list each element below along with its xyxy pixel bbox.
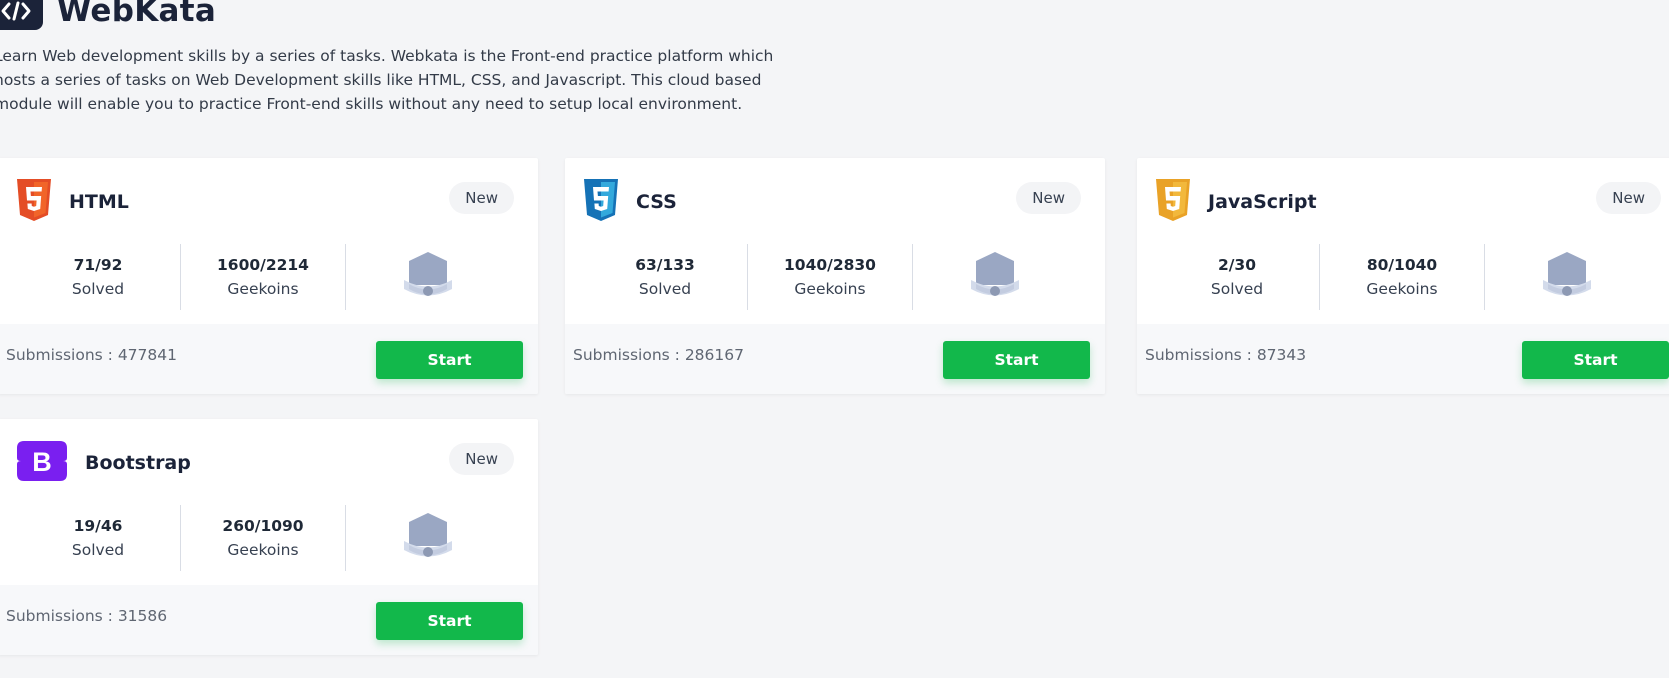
geekoins-label: Geekoins: [794, 280, 866, 298]
solved-stat: 71/92 Solved: [16, 244, 181, 310]
start-button[interactable]: Start: [1522, 341, 1669, 379]
card-html: HTML New 71/92 Solved 1600/2214 Geekoins…: [0, 158, 538, 394]
card-javascript: JavaScript New 2/30 Solved 80/1040 Geeko…: [1137, 158, 1669, 394]
card-footer: Submissions : 31586 Start: [0, 585, 538, 655]
new-badge: New: [1596, 182, 1661, 214]
geekoins-value: 1040/2830: [784, 256, 876, 274]
solved-label: Solved: [71, 280, 125, 298]
submissions-count: Submissions : 87343: [1145, 346, 1307, 364]
geekoins-label: Geekoins: [227, 280, 299, 298]
card-stats: 19/46 Solved 260/1090 Geekoins: [16, 505, 510, 571]
page-title: WebKata: [57, 0, 217, 29]
geekoins-stat: 80/1040 Geekoins: [1320, 244, 1485, 310]
card-header: CSS: [582, 178, 677, 226]
solved-value: 19/46: [73, 517, 123, 535]
start-button[interactable]: Start: [943, 341, 1090, 379]
geekoins-label: Geekoins: [1366, 280, 1438, 298]
card-footer: Submissions : 286167 Start: [565, 324, 1105, 394]
html5-icon: [15, 178, 53, 226]
solved-value: 71/92: [73, 256, 123, 274]
card-header: HTML: [15, 178, 129, 226]
solved-label: Solved: [71, 541, 125, 559]
solved-value: 2/30: [1217, 256, 1257, 274]
geekoins-stat: 260/1090 Geekoins: [181, 505, 346, 571]
geekoins-stat: 1600/2214 Geekoins: [181, 244, 346, 310]
card-header: B Bootstrap: [15, 439, 191, 487]
start-button[interactable]: Start: [376, 341, 523, 379]
geekoins-value: 80/1040: [1366, 256, 1438, 274]
svg-text:B: B: [32, 447, 52, 477]
page-header: WebKata: [0, 0, 216, 30]
submissions-count: Submissions : 286167: [573, 346, 744, 364]
bootstrap-icon: B: [15, 439, 69, 487]
rank-badge-icon: [1485, 244, 1649, 310]
solved-label: Solved: [1210, 280, 1264, 298]
card-footer: Submissions : 477841 Start: [0, 324, 538, 394]
card-title: CSS: [636, 191, 677, 213]
card-stats: 63/133 Solved 1040/2830 Geekoins: [583, 244, 1077, 310]
card-footer: Submissions : 87343 Start: [1137, 324, 1669, 394]
geekoins-value: 1600/2214: [217, 256, 309, 274]
card-header: JavaScript: [1154, 178, 1317, 226]
solved-stat: 2/30 Solved: [1155, 244, 1320, 310]
new-badge: New: [449, 443, 514, 475]
geekoins-label: Geekoins: [227, 541, 299, 559]
card-stats: 2/30 Solved 80/1040 Geekoins: [1155, 244, 1649, 310]
card-title: Bootstrap: [85, 452, 191, 474]
submissions-count: Submissions : 31586: [6, 607, 168, 625]
javascript-icon: [1154, 178, 1192, 226]
new-badge: New: [1016, 182, 1081, 214]
solved-label: Solved: [638, 280, 692, 298]
submissions-count: Submissions : 477841: [6, 346, 177, 364]
card-bootstrap: B Bootstrap New 19/46 Solved 260/1090 Ge…: [0, 419, 538, 655]
card-title: HTML: [69, 191, 129, 213]
intro-text: Learn Web development skills by a series…: [0, 47, 774, 113]
start-button[interactable]: Start: [376, 602, 523, 640]
rank-badge-icon: [346, 505, 510, 571]
geekoins-value: 260/1090: [222, 517, 304, 535]
card-title: JavaScript: [1208, 191, 1317, 213]
rank-badge-icon: [346, 244, 510, 310]
solved-stat: 63/133 Solved: [583, 244, 748, 310]
geekoins-stat: 1040/2830 Geekoins: [748, 244, 913, 310]
solved-stat: 19/46 Solved: [16, 505, 181, 571]
new-badge: New: [449, 182, 514, 214]
card-stats: 71/92 Solved 1600/2214 Geekoins: [16, 244, 510, 310]
solved-value: 63/133: [635, 256, 695, 274]
css3-icon: [582, 178, 620, 226]
rank-badge-icon: [913, 244, 1077, 310]
card-css: CSS New 63/133 Solved 1040/2830 Geekoins…: [565, 158, 1105, 394]
code-icon: [0, 0, 43, 30]
